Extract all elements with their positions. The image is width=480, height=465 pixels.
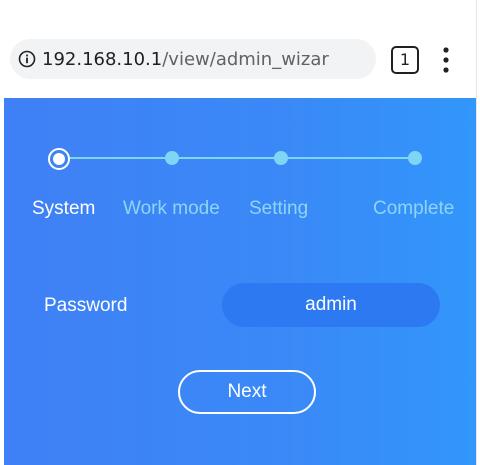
admin-wizard-page: System Work mode Setting Complete Passwo… xyxy=(4,98,476,465)
url-path: /view/admin_wizar xyxy=(162,48,329,70)
browser-window: 192.168.10.1/view/admin_wizar 1 System W… xyxy=(4,0,477,465)
password-label: Password xyxy=(44,295,128,316)
step-label-system: System xyxy=(32,198,96,219)
url-host: 192.168.10.1 xyxy=(42,48,163,70)
step-label-complete: Complete xyxy=(373,198,455,219)
step-marker-system xyxy=(48,148,70,170)
wizard-stepper: System Work mode Setting Complete xyxy=(4,98,476,228)
more-options-icon[interactable] xyxy=(441,46,451,74)
step-label-work-mode: Work mode xyxy=(123,198,220,219)
step-connector xyxy=(288,157,412,159)
step-marker-setting xyxy=(274,151,288,165)
step-connector xyxy=(68,157,172,159)
step-label-setting: Setting xyxy=(249,198,309,219)
url-text[interactable]: 192.168.10.1/view/admin_wizar xyxy=(42,49,368,70)
info-icon[interactable] xyxy=(18,50,36,68)
next-button[interactable]: Next xyxy=(178,370,316,414)
step-marker-work-mode xyxy=(165,151,179,165)
password-input[interactable] xyxy=(222,283,440,327)
tab-switcher-button[interactable]: 1 xyxy=(391,46,419,74)
step-marker-complete xyxy=(408,151,422,165)
step-connector xyxy=(179,157,281,159)
address-bar[interactable]: 192.168.10.1/view/admin_wizar xyxy=(10,39,376,79)
browser-toolbar: 192.168.10.1/view/admin_wizar 1 xyxy=(4,0,476,98)
